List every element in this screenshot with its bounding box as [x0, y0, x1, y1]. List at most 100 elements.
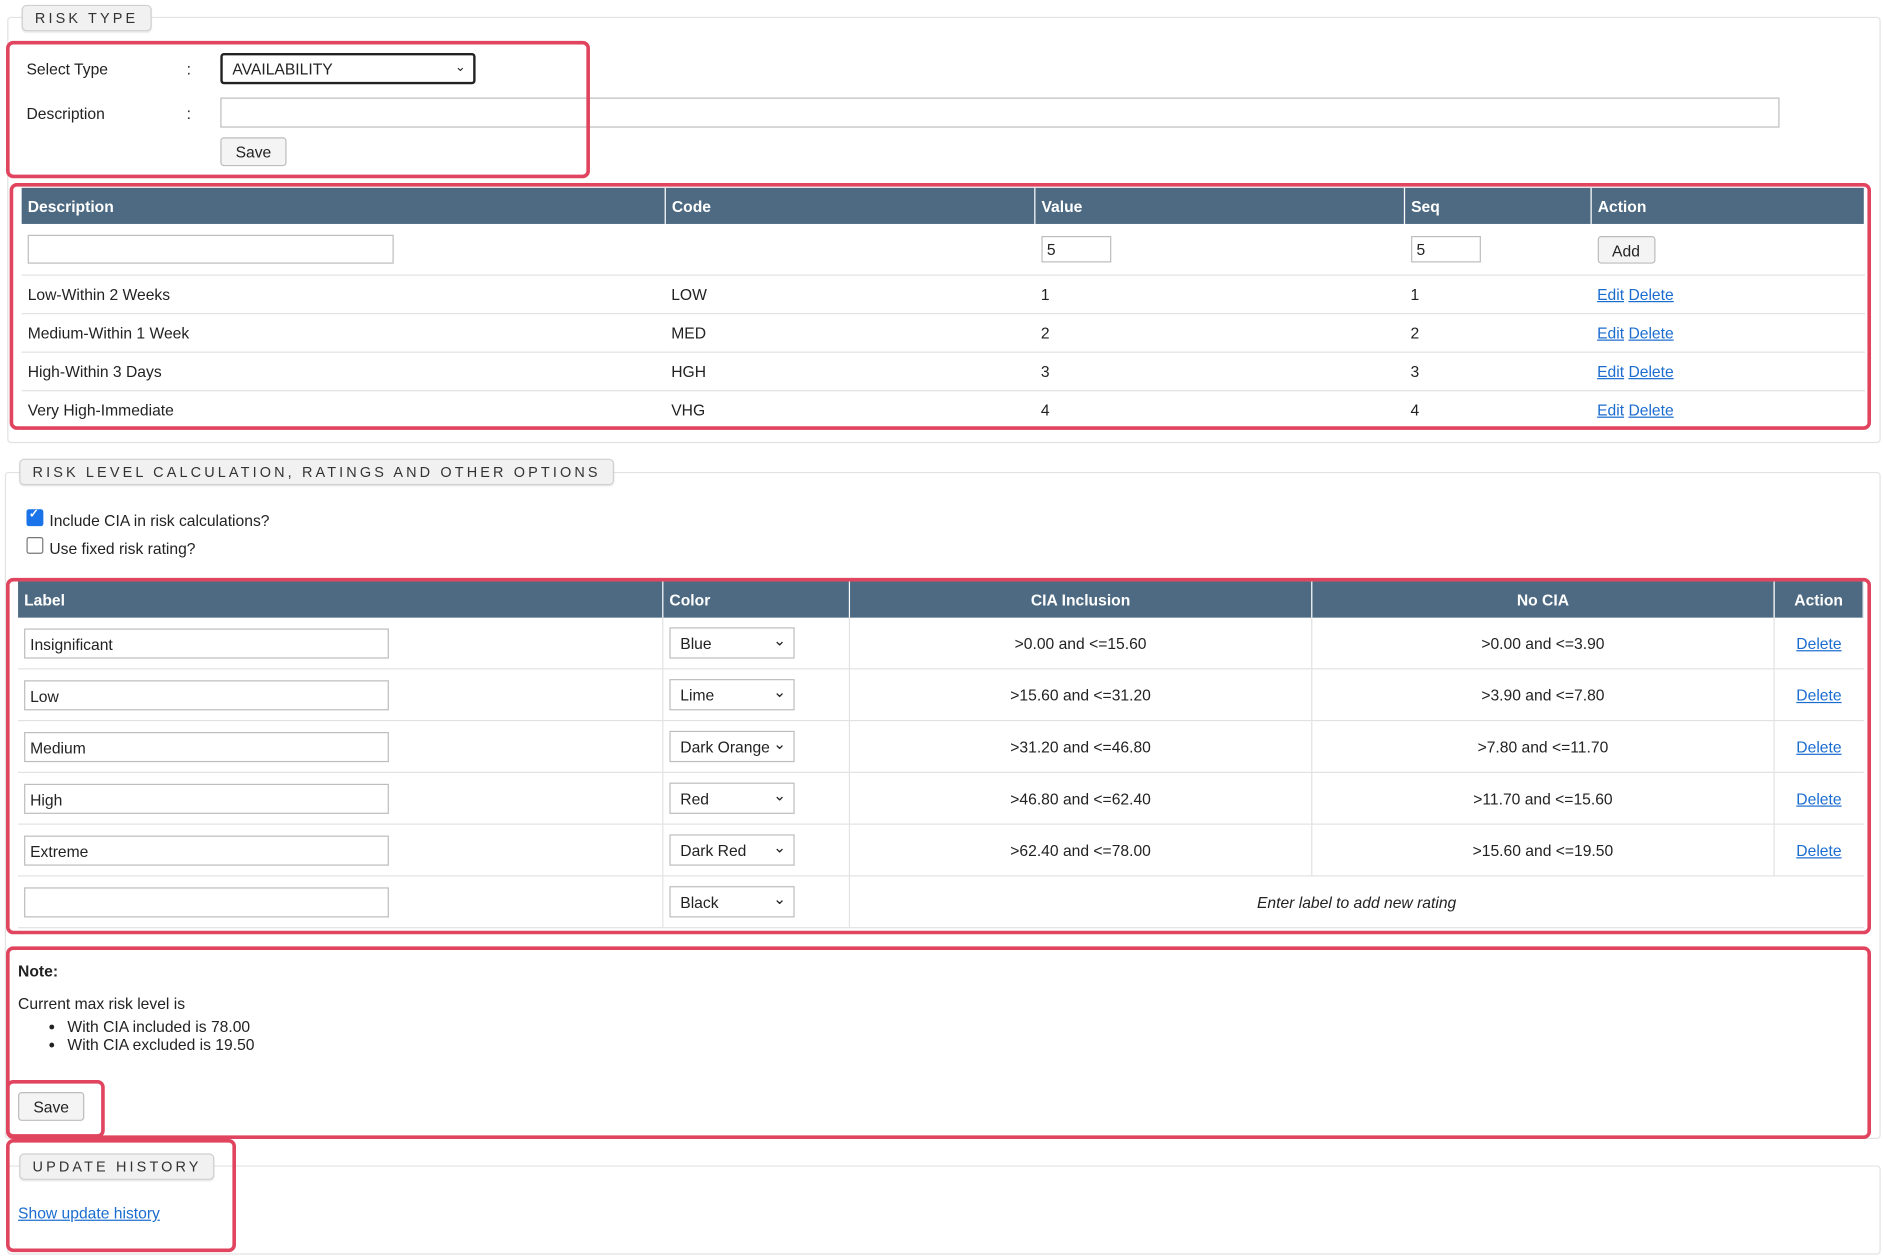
new-rating-label-input[interactable] — [24, 886, 389, 917]
rating-cia-range: >15.60 and <=31.20 — [849, 668, 1313, 722]
delete-link[interactable]: Delete — [1796, 841, 1841, 859]
rating-label-input[interactable]: Medium — [24, 731, 389, 762]
col-description-header: Description — [21, 187, 666, 224]
col-color-header: Color — [662, 581, 851, 618]
row-value: 1 — [1034, 275, 1405, 315]
rating-color-select[interactable]: Blue ⌄ — [669, 627, 795, 659]
col-nocia-header: No CIA — [1311, 581, 1775, 618]
chevron-down-icon: ⌄ — [773, 734, 787, 753]
col-cia-header: CIA Inclusion — [849, 581, 1313, 618]
delete-link[interactable]: Delete — [1628, 324, 1673, 342]
rating-color-value: Red — [680, 789, 709, 808]
rating-color-select[interactable]: Lime ⌄ — [669, 679, 795, 711]
rating-label-input[interactable]: Low — [24, 679, 389, 710]
update-history-fieldset — [7, 1165, 1881, 1255]
ratings-save-button[interactable]: Save — [18, 1092, 85, 1121]
table-row: High Red ⌄ >46.80 and <=62.40 >11.70 and … — [18, 772, 1864, 825]
edit-link[interactable]: Edit — [1597, 362, 1624, 380]
row-seq: 4 — [1404, 390, 1592, 430]
new-type-row: 5 5 Add — [21, 223, 1865, 276]
col-value-header: Value — [1034, 187, 1406, 224]
row-value: 2 — [1034, 313, 1405, 353]
description-input[interactable] — [220, 97, 1780, 128]
table-row: Low Lime ⌄ >15.60 and <=31.20 >3.90 and <… — [18, 668, 1864, 722]
risk-type-select[interactable]: AVAILABILITY ⌄ — [220, 52, 476, 85]
col-label-header: Label — [18, 581, 664, 618]
rating-cia-range: >62.40 and <=78.00 — [849, 824, 1313, 877]
table-row: Medium-Within 1 Week MED 2 2 Edit Delete — [21, 313, 1865, 353]
rating-color-select[interactable]: Dark Red ⌄ — [669, 834, 795, 866]
fixed-rating-checkbox[interactable] — [26, 536, 44, 554]
risk-type-table: Description Code Value Seq Action 5 5 Ad… — [21, 187, 1865, 430]
rating-cia-range: >46.80 and <=62.40 — [849, 772, 1313, 825]
col-seq-header: Seq — [1404, 187, 1592, 224]
add-button[interactable]: Add — [1597, 235, 1655, 264]
table-row: High-Within 3 Days HGH 3 3 Edit Delete — [21, 352, 1865, 392]
risk-level-legend: RISK LEVEL CALCULATION, RATINGS AND OTHE… — [19, 458, 614, 486]
rating-color-select[interactable]: Dark Orange ⌄ — [669, 730, 795, 763]
rating-color-value: Blue — [680, 634, 712, 653]
rating-nocia-range: >15.60 and <=19.50 — [1311, 824, 1775, 877]
delete-link[interactable]: Delete — [1796, 634, 1841, 652]
rating-color-value: Dark Orange — [680, 738, 770, 757]
chevron-down-icon: ⌄ — [773, 630, 787, 649]
delete-link[interactable]: Delete — [1628, 401, 1673, 419]
row-description: Very High-Immediate — [21, 390, 666, 430]
update-history-legend: UPDATE HISTORY — [19, 1153, 215, 1180]
risk-type-legend: RISK TYPE — [21, 4, 152, 32]
col-action-header: Action — [1591, 187, 1865, 224]
row-code: LOW — [665, 275, 1035, 315]
delete-link[interactable]: Delete — [1628, 285, 1673, 303]
risk-type-select-value: AVAILABILITY — [232, 60, 333, 79]
delete-link[interactable]: Delete — [1796, 686, 1841, 704]
row-description: High-Within 3 Days — [21, 352, 666, 392]
note-intro: Current max risk level is — [18, 994, 186, 1013]
include-cia-label: Include CIA in risk calculations? — [49, 511, 270, 530]
row-code: HGH — [665, 352, 1035, 392]
new-description-input[interactable] — [27, 234, 394, 264]
chevron-down-icon: ⌄ — [773, 889, 787, 908]
edit-link[interactable]: Edit — [1597, 401, 1624, 419]
chevron-down-icon: ⌄ — [454, 60, 466, 75]
select-type-label: Select Type — [26, 60, 109, 79]
list-item: With CIA included is 78.00 — [67, 1017, 254, 1035]
risk-type-save-button[interactable]: Save — [220, 137, 287, 167]
row-value: 3 — [1034, 352, 1405, 392]
rating-nocia-range: >11.70 and <=15.60 — [1311, 772, 1775, 825]
row-description: Medium-Within 1 Week — [21, 313, 666, 353]
table-row: Very High-Immediate VHG 4 4 Edit Delete — [21, 390, 1865, 430]
delete-link[interactable]: Delete — [1628, 362, 1673, 380]
rating-cia-range: >0.00 and <=15.60 — [849, 617, 1313, 670]
new-value-input[interactable]: 5 — [1040, 235, 1111, 263]
table-row: Extreme Dark Red ⌄ >62.40 and <=78.00 >15… — [18, 824, 1864, 877]
row-code: MED — [665, 313, 1035, 353]
rating-label-input[interactable]: High — [24, 783, 389, 814]
rating-color-value: Lime — [680, 686, 715, 705]
table-row: Medium Dark Orange ⌄ >31.20 and <=46.80 >… — [18, 720, 1864, 773]
fixed-rating-label: Use fixed risk rating? — [49, 539, 196, 558]
chevron-down-icon: ⌄ — [773, 682, 787, 701]
new-seq-input[interactable]: 5 — [1410, 235, 1481, 263]
description-label: Description — [26, 104, 105, 123]
row-value: 4 — [1034, 390, 1405, 430]
rating-color-select[interactable]: Red ⌄ — [669, 782, 795, 814]
edit-link[interactable]: Edit — [1597, 324, 1624, 342]
new-rating-color-select[interactable]: Black ⌄ — [669, 886, 795, 918]
delete-link[interactable]: Delete — [1796, 789, 1841, 807]
edit-link[interactable]: Edit — [1597, 285, 1624, 303]
rating-label-input[interactable]: Extreme — [24, 834, 389, 866]
new-rating-color-value: Black — [680, 893, 719, 912]
table-row: Low-Within 2 Weeks LOW 1 1 Edit Delete — [21, 275, 1865, 315]
note-list: With CIA included is 78.00 With CIA excl… — [18, 1017, 254, 1053]
row-seq: 3 — [1404, 352, 1592, 392]
list-item: With CIA excluded is 19.50 — [67, 1035, 254, 1053]
show-history-link[interactable]: Show update history — [18, 1204, 160, 1222]
row-description: Low-Within 2 Weeks — [21, 275, 666, 315]
chevron-down-icon: ⌄ — [773, 786, 787, 805]
delete-link[interactable]: Delete — [1796, 737, 1841, 755]
table-row: Insignificant Blue ⌄ >0.00 and <=15.60 >0… — [18, 617, 1864, 670]
rating-label-input[interactable]: Insignificant — [24, 627, 389, 658]
rating-nocia-range: >0.00 and <=3.90 — [1311, 617, 1775, 670]
include-cia-checkbox[interactable] — [26, 508, 44, 527]
row-seq: 1 — [1404, 275, 1592, 315]
